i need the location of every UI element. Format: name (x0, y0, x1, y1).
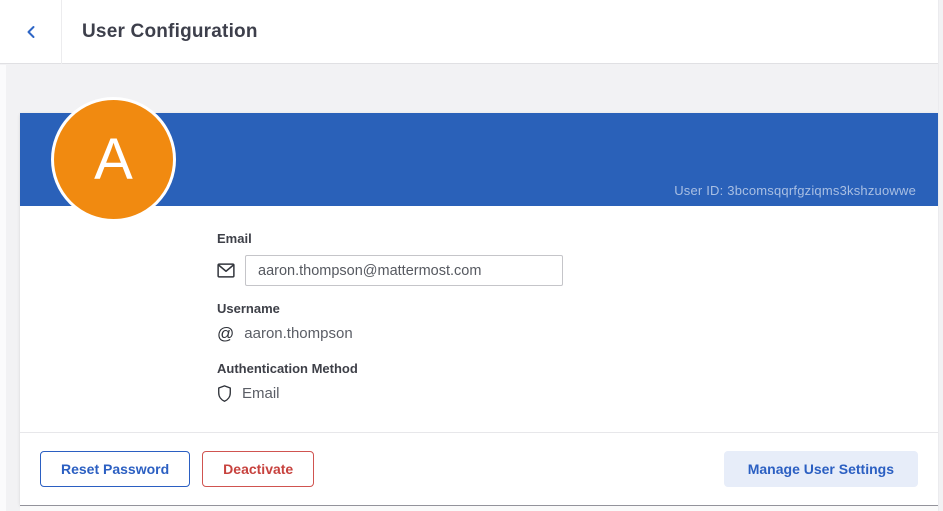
manage-user-settings-button[interactable]: Manage User Settings (724, 451, 918, 487)
chevron-left-icon (21, 22, 41, 42)
card-footer: Reset Password Deactivate Manage User Se… (20, 432, 938, 505)
back-button[interactable] (0, 0, 62, 64)
auth-method-field-group: Authentication Method Email (217, 361, 938, 402)
next-section-edge (20, 505, 938, 511)
auth-method-label: Authentication Method (217, 361, 938, 376)
username-label: Username (217, 301, 938, 316)
reset-password-button[interactable]: Reset Password (40, 451, 190, 487)
username-field-group: Username @ aaron.thompson (217, 301, 938, 342)
user-id-text: User ID: 3bcomsqqrfgziqms3kshzuowwe (674, 183, 916, 198)
top-bar: User Configuration (0, 0, 938, 64)
avatar-letter: A (94, 131, 133, 189)
email-label: Email (217, 231, 938, 246)
email-field-group: Email (217, 231, 938, 286)
username-value: aaron.thompson (244, 325, 352, 342)
deactivate-button[interactable]: Deactivate (202, 451, 314, 487)
mail-icon (217, 263, 235, 278)
profile-banner: A User ID: 3bcomsqqrfgziqms3kshzuowwe (20, 113, 938, 206)
shield-icon (217, 385, 232, 402)
at-sign-icon: @ (217, 325, 234, 342)
left-gutter (0, 65, 6, 511)
right-gutter (938, 0, 943, 511)
page-title: User Configuration (82, 21, 258, 43)
email-input[interactable] (245, 255, 563, 286)
profile-fields: Email Username @ aaron.thompson (20, 206, 938, 432)
avatar: A (51, 97, 176, 222)
user-configuration-card: A User ID: 3bcomsqqrfgziqms3kshzuowwe Em… (20, 113, 938, 505)
auth-method-value: Email (242, 385, 280, 402)
